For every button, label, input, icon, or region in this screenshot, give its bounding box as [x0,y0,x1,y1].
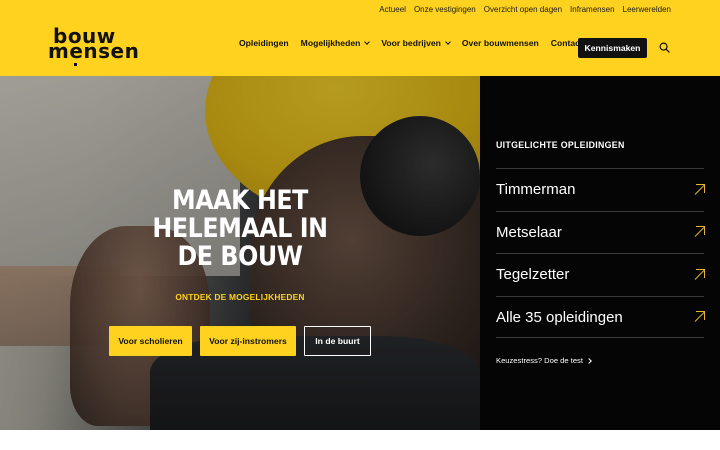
course-item-all[interactable]: Alle 35 opleidingen [496,295,705,339]
bouwmensen-logo[interactable]: bouw mensen [48,26,143,70]
site-header: Actueel Onze vestigingen Overzicht open … [0,0,720,76]
chevron-down-icon [445,39,451,45]
arrow-up-right-icon [692,311,705,323]
chevron-right-icon [586,357,592,364]
arrow-up-right-icon [692,268,705,281]
topbar-link-actueel[interactable]: Actueel [379,5,406,14]
hero-subline[interactable]: ONTDEK DE MOGELIJKHEDEN [130,292,350,302]
logo-dot [74,63,77,66]
arrow-up-right-icon [692,226,705,238]
arrow-up-right-icon [692,183,705,196]
logo-line-2: mensen [48,39,140,63]
nav-item-over-bouwmensen[interactable]: Over bouwmensen [462,38,539,48]
nav-item-label: Mogelijkheden [300,38,361,48]
nav-item-opleidingen[interactable]: Opleidingen [239,38,289,48]
nav-item-label: Voor bedrijven [381,38,441,48]
voor-zij-instromers-button[interactable]: Voor zij-instromers [200,326,296,356]
top-utility-nav: Actueel Onze vestigingen Overzicht open … [379,5,671,14]
featured-courses-panel: UITGELICHTE OPLEIDINGEN Timmerman Metsel… [480,76,720,430]
search-icon[interactable] [659,42,670,53]
main-nav: Opleidingen Mogelijkheden Voor bedrijven… [239,38,583,48]
test-link-label: Keuzestress? Doe de test [496,356,583,365]
panel-title: UITGELICHTE OPLEIDINGEN [496,140,625,150]
voor-scholieren-button[interactable]: Voor scholieren [109,326,192,356]
topbar-link-open-dagen[interactable]: Overzicht open dagen [484,5,562,14]
course-item-tegelzetter[interactable]: Tegelzetter [496,253,705,296]
topbar-link-vestigingen[interactable]: Onze vestigingen [414,5,476,14]
featured-courses-list: Timmerman Metselaar Tegelzetter Alle 35 … [496,168,705,339]
topbar-link-leerwerelden[interactable]: Leerwerelden [623,5,671,14]
course-item-metselaar[interactable]: Metselaar [496,210,705,254]
in-de-buurt-button[interactable]: In de buurt [304,326,371,356]
hero-section: MAAK HET HELEMAAL IN DE BOUW ONTDEK DE M… [0,76,480,430]
course-label: Tegelzetter [496,266,570,284]
chevron-down-icon [364,39,371,45]
kennismaken-button[interactable]: Kennismaken [578,38,647,58]
course-label: Timmerman [496,181,576,199]
nav-item-mogelijkheden[interactable]: Mogelijkheden [300,38,371,48]
topbar-link-inframensen[interactable]: Inframensen [570,5,614,14]
nav-item-label: Opleidingen [239,38,289,48]
course-label: Alle 35 opleidingen [496,308,623,326]
hero-headline: MAAK HET HELEMAAL IN DE BOUW [152,185,328,272]
nav-item-label: Over bouwmensen [461,38,539,48]
nav-item-voor-bedrijven[interactable]: Voor bedrijven [381,38,451,48]
keuzestress-test-link[interactable]: Keuzestress? Doe de test [496,356,592,365]
course-item-timmerman[interactable]: Timmerman [496,168,705,211]
course-label: Metselaar [496,223,562,241]
